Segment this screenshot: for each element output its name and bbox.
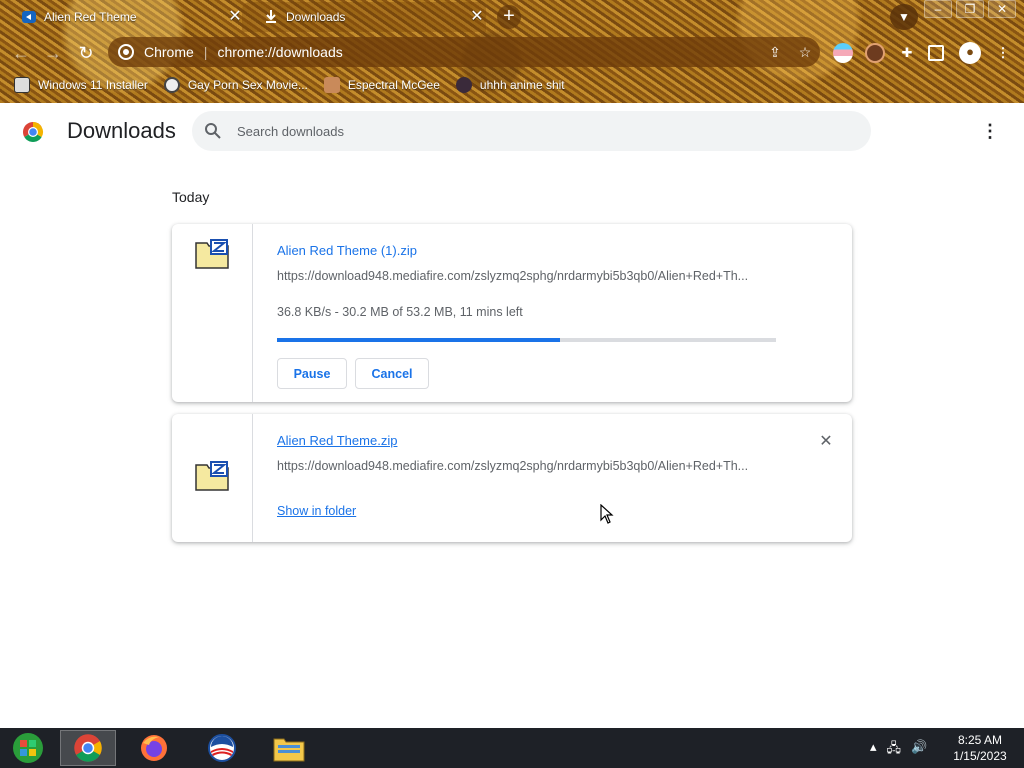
chrome-icon xyxy=(74,734,102,762)
zip-file-icon xyxy=(195,239,229,269)
new-tab-button[interactable]: + xyxy=(497,5,521,29)
extensions-puzzle-icon[interactable]: ✚ xyxy=(897,43,917,63)
page-title: Downloads xyxy=(67,118,176,143)
firefox-icon xyxy=(141,735,167,761)
address-bar[interactable]: Chrome | chrome://downloads ⇪ ☆ xyxy=(108,37,820,67)
tab-close-icon[interactable]: ✕ xyxy=(468,8,486,26)
source-url: https://download948.mediafire.com/zslyzm… xyxy=(277,459,749,473)
browser-toolbar: ← → ↻ Chrome | chrome://downloads ⇪ ☆ ✚ … xyxy=(0,34,1024,70)
volume-icon[interactable]: 🔊 xyxy=(911,739,927,761)
tab-title: Downloads xyxy=(286,10,346,24)
folder-icon xyxy=(273,738,305,762)
taskbar: ▴ 🖧 🔊 8:25 AM 1/15/2023 xyxy=(0,728,1024,768)
window-close-button[interactable]: ✕ xyxy=(988,0,1016,18)
bookmark-star-icon[interactable]: ☆ xyxy=(790,44,820,61)
search-placeholder: Search downloads xyxy=(237,123,344,139)
date-section-label: Today xyxy=(172,189,210,205)
anime-avatar-icon xyxy=(455,77,472,93)
tab-alien-red-theme[interactable]: Alien Red Theme ✕ xyxy=(0,2,244,32)
taskbar-file-explorer[interactable] xyxy=(261,730,317,766)
search-icon xyxy=(205,123,221,139)
source-url: https://download948.mediafire.com/zslyzm… xyxy=(277,269,749,283)
clock-time: 8:25 AM xyxy=(957,733,1003,747)
chrome-logo-icon xyxy=(23,122,43,142)
side-panel-icon[interactable] xyxy=(928,45,944,61)
taskbar-chrome[interactable] xyxy=(60,730,116,766)
url-text[interactable]: chrome://downloads xyxy=(217,44,760,60)
site-name: Chrome xyxy=(144,44,194,60)
installer-icon xyxy=(14,77,30,93)
download-item-in-progress: Alien Red Theme (1).zip https://download… xyxy=(172,224,852,402)
downloads-page: Downloads Search downloads ⋮ Today Alien… xyxy=(0,103,1024,728)
profile-avatar-icon[interactable]: ● xyxy=(959,42,981,64)
tab-downloads[interactable]: Downloads ✕ xyxy=(242,2,486,32)
show-in-folder-link[interactable]: Show in folder xyxy=(277,504,356,518)
bookmark-label: uhhh anime shit xyxy=(479,78,565,92)
tab-title: Alien Red Theme xyxy=(44,10,137,24)
file-icon-column xyxy=(172,414,253,542)
show-hidden-icons-chevron-icon[interactable]: ▴ xyxy=(870,739,877,761)
back-arrow-icon[interactable]: ← xyxy=(10,42,32,64)
chrome-site-icon xyxy=(118,44,134,60)
bookmark-item[interactable]: Espectral McGee xyxy=(323,77,440,93)
file-name-link[interactable]: Alien Red Theme.zip xyxy=(277,433,397,448)
bookmarks-bar: Windows 11 Installer Gay Porn Sex Movie.… xyxy=(0,70,1024,100)
browser-frame: Alien Red Theme ✕ Downloads ✕ + ▼ – ❐ ✕ … xyxy=(0,0,1024,103)
taskbar-obama-app[interactable] xyxy=(194,730,250,766)
omnibox-separator: | xyxy=(203,44,208,60)
window-controls: – ❐ ✕ xyxy=(920,0,1016,18)
tab-favicon-icon xyxy=(22,10,36,24)
tab-search-chevron-icon[interactable]: ▼ xyxy=(890,4,918,30)
forward-arrow-icon[interactable]: → xyxy=(42,42,64,64)
download-icon xyxy=(264,10,278,24)
bookmark-label: Windows 11 Installer xyxy=(38,78,148,92)
system-tray: ▴ 🖧 🔊 xyxy=(870,739,937,761)
obama-logo-icon xyxy=(208,734,236,762)
search-downloads-input[interactable]: Search downloads xyxy=(192,111,871,151)
chrome-menu-icon[interactable]: ⋮ xyxy=(993,43,1013,63)
minimize-button[interactable]: – xyxy=(924,0,952,18)
extension-flag-icon[interactable] xyxy=(833,43,853,63)
file-name-link[interactable]: Alien Red Theme (1).zip xyxy=(277,243,417,258)
clock-date: 1/15/2023 xyxy=(953,749,1007,763)
start-orb-icon xyxy=(13,733,43,763)
pause-button[interactable]: Pause xyxy=(277,358,347,389)
file-icon-column xyxy=(172,224,253,402)
page-header: Downloads Search downloads ⋮ xyxy=(0,103,1024,159)
reload-icon[interactable]: ↻ xyxy=(75,42,97,64)
download-item-completed: Alien Red Theme.zip https://download948.… xyxy=(172,414,852,542)
character-face-icon xyxy=(323,77,340,93)
bookmark-item[interactable]: uhhh anime shit xyxy=(455,77,565,93)
film-reel-icon xyxy=(163,77,180,93)
bookmark-item[interactable]: Gay Porn Sex Movie... xyxy=(163,77,308,93)
mouse-cursor-icon xyxy=(600,504,614,524)
remove-from-list-icon[interactable]: ✕ xyxy=(816,432,836,452)
network-icon[interactable]: 🖧 xyxy=(887,739,902,761)
bookmark-label: Gay Porn Sex Movie... xyxy=(187,78,308,92)
bookmark-item[interactable]: Windows 11 Installer xyxy=(14,77,148,93)
download-progress-bar xyxy=(277,338,776,342)
zip-file-icon xyxy=(195,461,229,491)
bookmark-label: Espectral McGee xyxy=(347,78,440,92)
progress-fill xyxy=(277,338,561,342)
tab-strip: Alien Red Theme ✕ Downloads ✕ + ▼ – ❐ ✕ xyxy=(0,0,1024,34)
cancel-button[interactable]: Cancel xyxy=(355,358,429,389)
taskbar-clock[interactable]: 8:25 AM 1/15/2023 xyxy=(946,732,1014,764)
share-icon[interactable]: ⇪ xyxy=(760,44,790,61)
extension-avatar-icon[interactable] xyxy=(865,43,885,63)
more-options-icon[interactable]: ⋮ xyxy=(980,121,1000,141)
download-status: 36.8 KB/s - 30.2 MB of 53.2 MB, 11 mins … xyxy=(277,305,523,319)
restore-button[interactable]: ❐ xyxy=(956,0,984,18)
taskbar-firefox[interactable] xyxy=(126,730,182,766)
start-button[interactable] xyxy=(0,730,56,766)
